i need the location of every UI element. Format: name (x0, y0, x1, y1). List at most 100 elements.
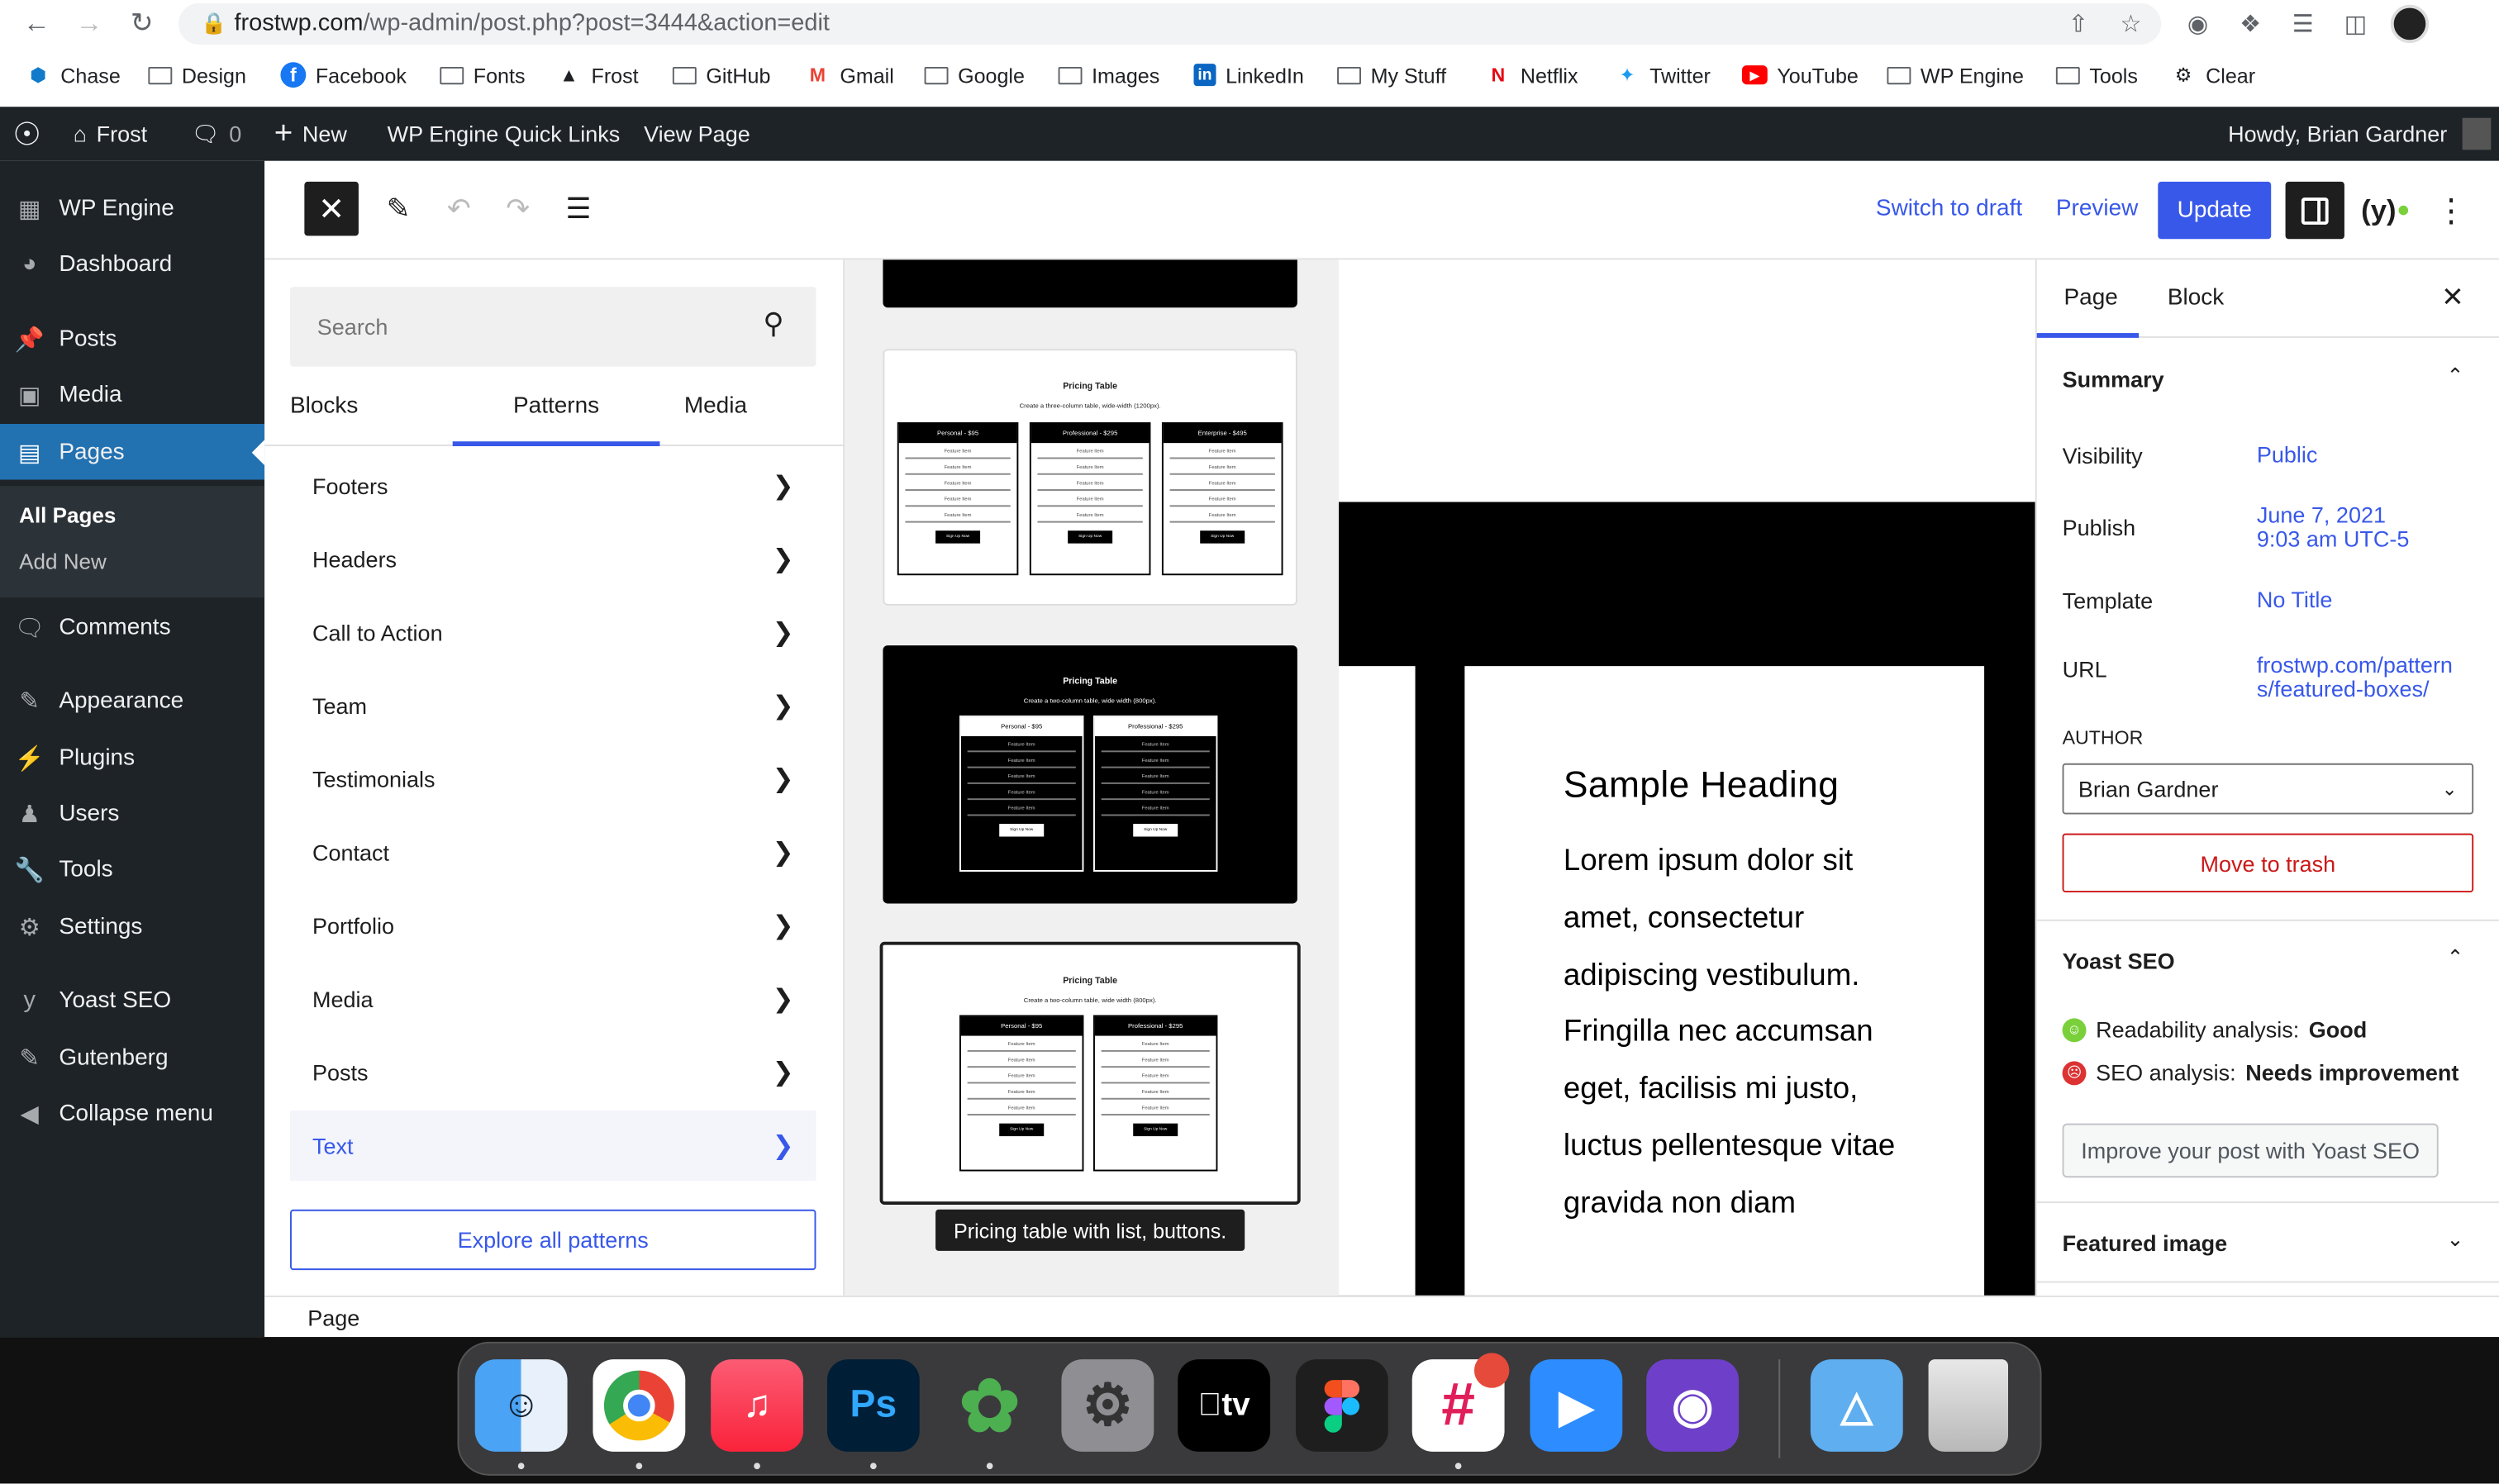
profile-avatar[interactable] (2390, 4, 2430, 44)
tab-block[interactable]: Block (2168, 285, 2224, 311)
close-inserter-button[interactable]: ✕ (304, 181, 359, 236)
bookmark-design[interactable]: Design (148, 57, 246, 92)
sidebar-item-appearance[interactable]: ✎ Appearance (0, 673, 264, 728)
bookmark-google[interactable]: Google (924, 57, 1025, 92)
sidebar-item-wpengine[interactable]: ▦ WP Engine (0, 180, 264, 235)
zoom-icon[interactable]: ▶ (1530, 1359, 1623, 1452)
applications-folder-icon[interactable]: △ (1810, 1359, 1903, 1452)
preview-button[interactable]: Preview (2056, 196, 2138, 221)
sidebar-item-tools[interactable]: 🔧 Tools (0, 841, 264, 897)
search-input[interactable]: Search ⚲ (289, 287, 816, 367)
submenu-add-new[interactable]: Add New (19, 549, 107, 573)
close-icon[interactable]: ✕ (2441, 282, 2463, 314)
bookmark-linkedin[interactable]: in LinkedIn (1193, 57, 1304, 92)
pattern-preview-three-column[interactable]: Pricing Table Create a three-column tabl… (883, 349, 1297, 606)
template-value[interactable]: No Title (2257, 587, 2333, 612)
github-desktop-icon[interactable]: ◉ (1646, 1359, 1740, 1452)
system-preferences-icon[interactable]: ⚙ (1061, 1359, 1154, 1452)
pattern-category-team[interactable]: Team ❯ (290, 671, 816, 741)
sample-paragraph[interactable]: Lorem ipsum dolor sit amet, consectetur … (1564, 834, 1914, 1233)
bookmark-frost[interactable]: ▲ Frost (556, 57, 639, 92)
update-button[interactable]: Update (2158, 181, 2272, 240)
forward-icon[interactable]: → (72, 7, 107, 41)
bookmark-tools[interactable]: Tools (2055, 57, 2138, 92)
breadcrumb[interactable]: Page (307, 1305, 359, 1330)
sidepanel-icon[interactable]: ◫ (2336, 5, 2374, 43)
yoast-heading[interactable]: Yoast SEO (2063, 948, 2175, 973)
admin-bar-view-page[interactable]: View Page (644, 107, 750, 161)
bookmark-netflix[interactable]: N Netflix (1485, 57, 1578, 92)
featured-box-left[interactable] (1338, 666, 1416, 1296)
bookmark-images[interactable]: Images (1058, 57, 1159, 92)
sidebar-item-gutenberg[interactable]: ✎ Gutenberg (0, 1030, 264, 1086)
bookmark-gmail[interactable]: M Gmail (805, 57, 894, 92)
pattern-category-portfolio[interactable]: Portfolio ❯ (290, 891, 816, 961)
bookmark-twitter[interactable]: ✦ Twitter (1615, 57, 1711, 92)
star-icon[interactable]: ☆ (2111, 5, 2149, 43)
pattern-category-text[interactable]: Text ❯ (289, 1111, 816, 1182)
bookmark-wpengine[interactable]: WP Engine (1887, 57, 2024, 92)
pattern-preview-two-column-dark[interactable]: Pricing Table Create a two-column table,… (883, 645, 1297, 904)
finder-icon[interactable]: ☺ (474, 1359, 568, 1452)
bookmark-clear[interactable]: ⚙ Clear (2171, 57, 2255, 92)
url-value[interactable]: frostwp.com/pattern s/featured-boxes/ (2257, 653, 2453, 702)
pattern-preview-two-column-light[interactable]: Pricing Table Create a two-column table,… (879, 941, 1301, 1205)
sidebar-item-posts[interactable]: 📌 Posts (0, 311, 264, 366)
chrome-icon[interactable] (593, 1359, 686, 1452)
pattern-category-testimonials[interactable]: Testimonials ❯ (290, 744, 816, 815)
visibility-value[interactable]: Public (2257, 442, 2318, 467)
sidebar-item-pages[interactable]: ▤ Pages (0, 423, 265, 480)
pattern-category-headers[interactable]: Headers ❯ (290, 524, 816, 594)
admin-bar-howdy[interactable]: Howdy, Brian Gardner (2228, 107, 2492, 161)
featured-image-heading[interactable]: Featured image (2063, 1230, 2228, 1256)
pattern-preview-dark-top[interactable] (883, 259, 1297, 308)
coda-leaf-icon[interactable]: ✿ (944, 1359, 1036, 1452)
apple-tv-icon[interactable]: tv (1178, 1359, 1271, 1452)
music-icon[interactable]: ♫ (711, 1359, 803, 1452)
document-overview-button[interactable]: ☰ (551, 182, 606, 236)
options-menu-icon[interactable]: ⋮ (2432, 182, 2470, 239)
sidebar-item-media[interactable]: ▣ Media (0, 367, 264, 422)
admin-bar-quick-links[interactable]: WP Engine Quick Links (388, 107, 621, 161)
extensions-icon[interactable]: ❖ (2231, 5, 2269, 43)
sidebar-item-dashboard[interactable]: ◕ Dashboard (0, 235, 264, 291)
address-bar[interactable]: 🔒 frostwp.com/wp-admin/post.php?post=344… (178, 2, 2162, 45)
redo-button[interactable]: ↷ (491, 182, 545, 236)
move-to-trash-button[interactable]: Move to trash (2062, 833, 2474, 892)
share-icon[interactable]: ⇧ (2059, 5, 2097, 43)
tab-blocks[interactable]: Blocks (290, 393, 386, 449)
author-select[interactable]: Brian Gardner ⌄ (2062, 763, 2474, 815)
bookmark-github[interactable]: GitHub (672, 57, 770, 92)
bookmark-facebook[interactable]: f Facebook (280, 57, 407, 92)
pattern-category-posts[interactable]: Posts ❯ (290, 1037, 816, 1107)
admin-bar-comments[interactable]: 🗨 0 (191, 107, 241, 161)
pattern-category-media[interactable]: Media ❯ (290, 964, 816, 1035)
figma-icon[interactable] (1295, 1359, 1388, 1452)
edit-tool-button[interactable]: ✎ (371, 182, 426, 236)
sidebar-item-collapse[interactable]: ◀ Collapse menu (0, 1085, 264, 1141)
sidebar-item-users[interactable]: ♟ Users (0, 786, 264, 841)
tab-media[interactable]: Media (659, 393, 771, 449)
settings-toggle-button[interactable] (2285, 181, 2344, 240)
improve-yoast-button[interactable]: Improve your post with Yoast SEO (2062, 1123, 2439, 1178)
bookmark-youtube[interactable]: ▶ YouTube (1741, 57, 1859, 92)
back-icon[interactable]: ← (19, 7, 54, 41)
camera-icon[interactable]: ◉ (2178, 5, 2216, 43)
bookmark-fonts[interactable]: Fonts (440, 57, 525, 92)
trash-icon[interactable] (1928, 1359, 2008, 1452)
sidebar-item-comments[interactable]: 🗨 Comments (0, 599, 264, 654)
submenu-all-pages[interactable]: All Pages (19, 503, 116, 527)
undo-button[interactable]: ↶ (432, 182, 487, 236)
bookmark-chase[interactable]: ⬢ Chase (26, 57, 121, 92)
photoshop-icon[interactable]: Ps (826, 1359, 920, 1452)
pattern-category-call-to-action[interactable]: Call to Action ❯ (290, 597, 816, 668)
wordpress-logo-icon[interactable]: ☉ (12, 107, 41, 161)
sample-heading[interactable]: Sample Heading (1564, 763, 1839, 806)
pattern-category-contact[interactable]: Contact ❯ (290, 817, 816, 887)
switch-to-draft-button[interactable]: Switch to draft (1876, 196, 2022, 221)
chevron-up-icon[interactable]: ⌃ (2447, 945, 2464, 971)
chevron-up-icon[interactable]: ⌃ (2447, 364, 2464, 389)
summary-heading[interactable]: Summary (2063, 367, 2164, 392)
publish-value[interactable]: June 7, 2021 9:03 am UTC-5 (2257, 502, 2410, 551)
pattern-category-footers[interactable]: Footers ❯ (290, 451, 816, 521)
